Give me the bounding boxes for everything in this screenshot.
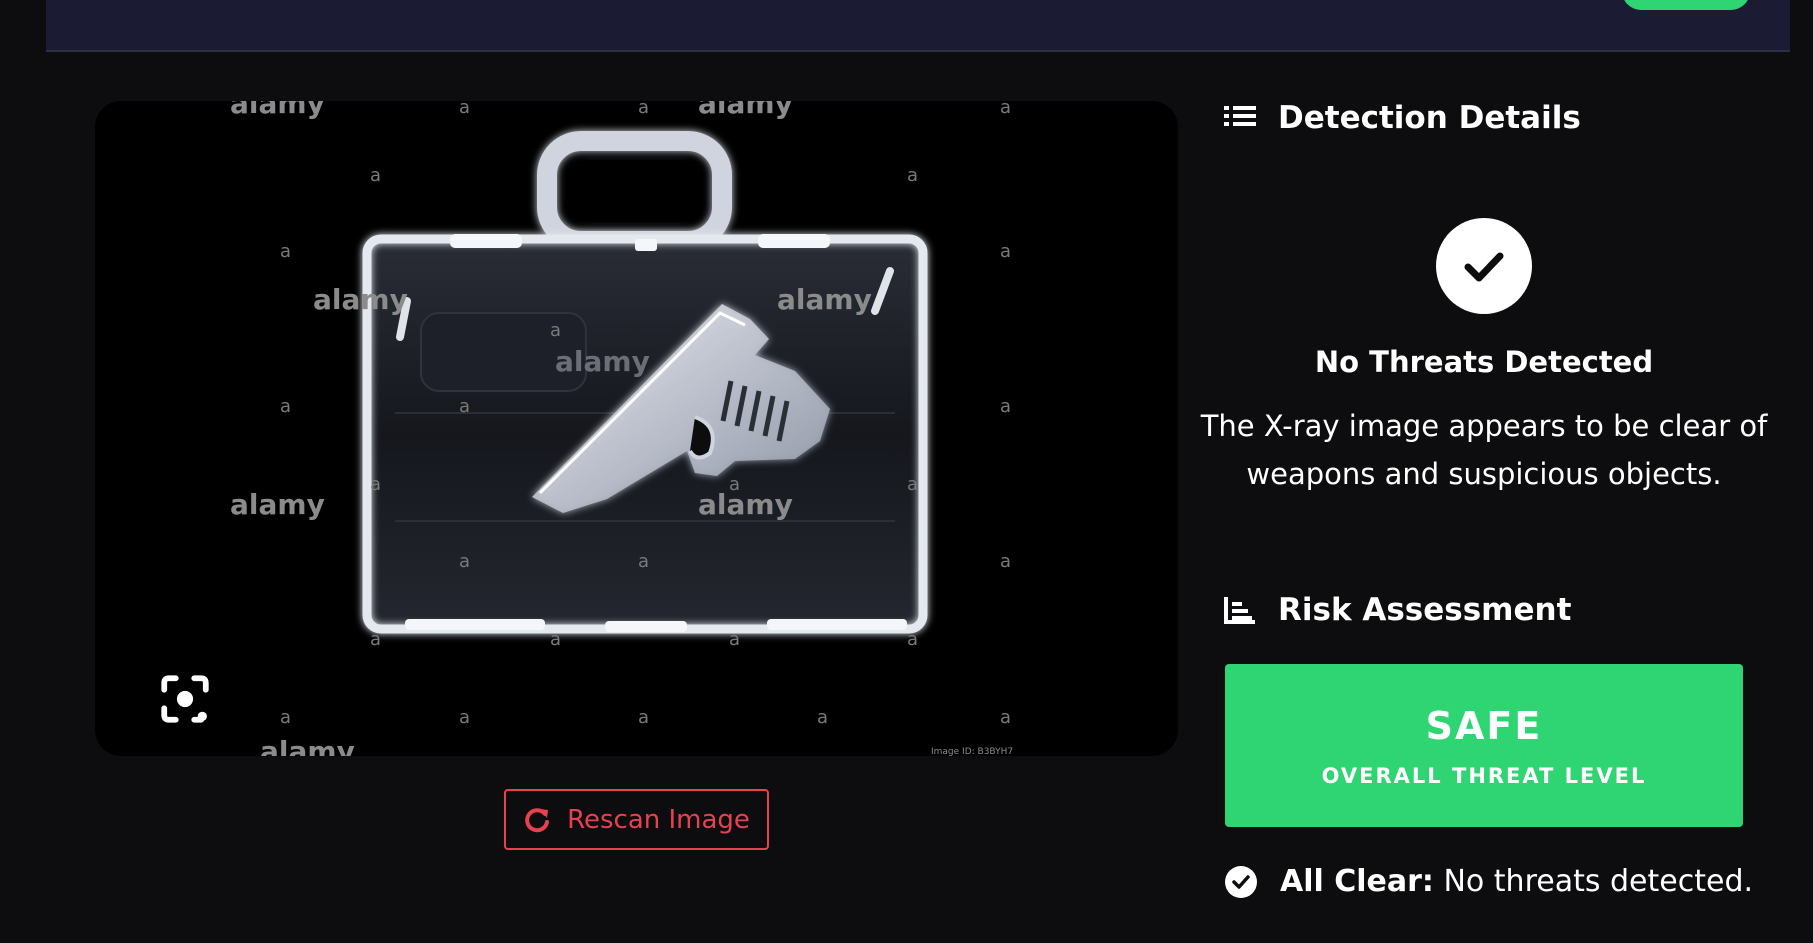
detection-details-title: Detection Details (1278, 100, 1581, 136)
svg-text:a: a (907, 474, 918, 495)
rescan-label: Rescan Image (567, 804, 750, 835)
xray-image: alamy alamy alamy alamy alamy alamy alam… (230, 101, 1013, 756)
summary-text: All Clear: No threats detected. (1280, 864, 1753, 899)
header-action-pill[interactable] (1622, 0, 1750, 10)
watermark: alamy (230, 488, 325, 521)
app-page: alamy alamy alamy alamy alamy alamy alam… (0, 0, 1813, 943)
bar-chart-icon (1224, 597, 1255, 624)
svg-text:a: a (907, 629, 918, 650)
svg-text:a: a (1000, 396, 1011, 417)
svg-text:a: a (459, 707, 470, 728)
svg-text:a: a (459, 101, 470, 118)
svg-text:a: a (729, 474, 740, 495)
threat-level-caption: OVERALL THREAT LEVEL (1321, 763, 1647, 788)
rescan-button[interactable]: Rescan Image (504, 789, 769, 850)
briefcase-handle (537, 131, 732, 251)
svg-text:a: a (459, 396, 470, 417)
svg-text:a: a (729, 629, 740, 650)
svg-text:a: a (817, 707, 828, 728)
top-header (46, 0, 1790, 52)
all-clear-summary: All Clear: No threats detected. (1224, 864, 1753, 899)
svg-text:a: a (280, 707, 291, 728)
svg-text:a: a (280, 396, 291, 417)
svg-text:a: a (370, 629, 381, 650)
svg-text:a: a (370, 165, 381, 186)
threat-level-value: SAFE (1425, 703, 1543, 748)
svg-text:a: a (1000, 707, 1011, 728)
camera-lens-icon[interactable] (155, 669, 215, 729)
check-circle-icon (1436, 218, 1532, 314)
image-id-text: Image ID: B3BYH7 (931, 747, 1013, 756)
watermark: alamy (313, 283, 408, 316)
svg-text:a: a (638, 101, 649, 118)
summary-label: All Clear: (1280, 864, 1434, 899)
risk-assessment-heading: Risk Assessment (1224, 592, 1571, 628)
svg-text:a: a (638, 551, 649, 572)
svg-text:a: a (280, 241, 291, 262)
threat-level-card: SAFE OVERALL THREAT LEVEL (1225, 664, 1743, 827)
watermark: alamy (555, 345, 650, 378)
svg-text:a: a (550, 629, 561, 650)
watermark: alamy (260, 735, 355, 756)
svg-text:a: a (459, 551, 470, 572)
svg-text:a: a (1000, 241, 1011, 262)
xray-image-panel: alamy alamy alamy alamy alamy alamy alam… (95, 101, 1178, 756)
summary-message: No threats detected. (1433, 864, 1754, 899)
status-title: No Threats Detected (1314, 345, 1654, 379)
list-icon (1224, 106, 1256, 126)
check-circle-icon (1225, 865, 1257, 898)
status-description: The X-ray image appears to be clear of w… (1200, 409, 1768, 491)
svg-text:a: a (1000, 551, 1011, 572)
svg-text:a: a (907, 165, 918, 186)
svg-text:a: a (1000, 101, 1011, 118)
detection-details-heading: Detection Details (1224, 100, 1581, 136)
watermark: alamy (698, 101, 793, 120)
watermark: alamy (777, 283, 872, 316)
svg-text:a: a (550, 320, 561, 341)
watermark: alamy (230, 101, 325, 120)
risk-assessment-title: Risk Assessment (1278, 592, 1572, 628)
refresh-icon (525, 807, 550, 832)
watermark: alamy (698, 488, 793, 521)
svg-text:a: a (638, 707, 649, 728)
svg-text:a: a (370, 474, 381, 495)
